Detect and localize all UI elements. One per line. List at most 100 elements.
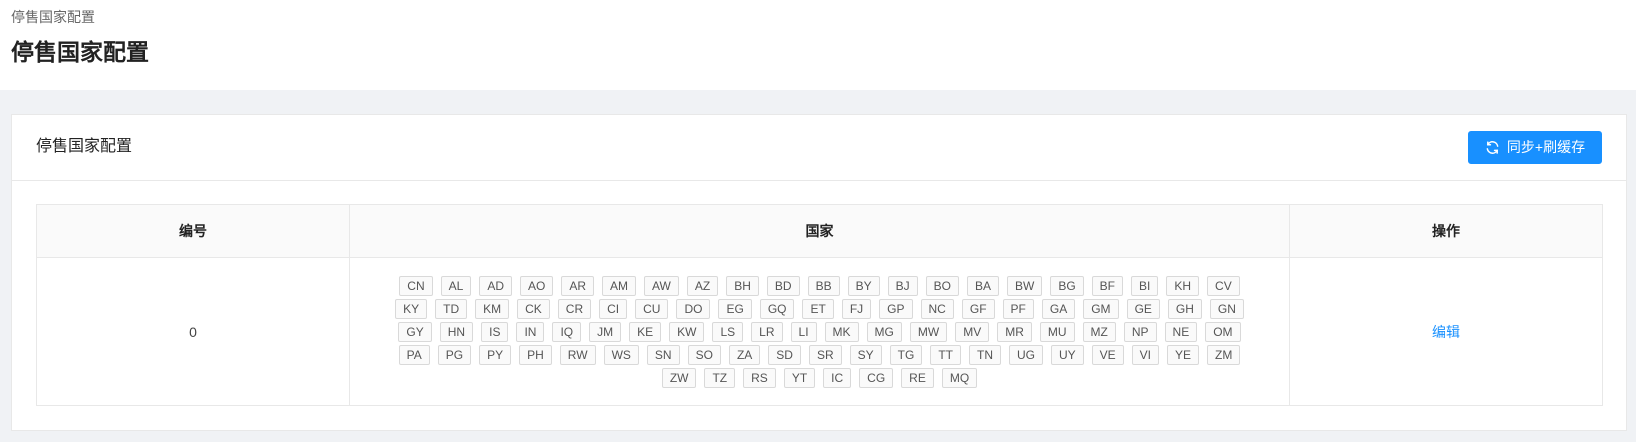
country-tag: BO	[925, 275, 959, 296]
country-tag: BF	[1091, 275, 1124, 296]
country-tag: AD	[479, 275, 512, 296]
country-tag: BW	[1006, 275, 1043, 296]
country-tag: AW	[644, 275, 679, 296]
country-tag: CU	[635, 298, 669, 319]
country-tag: BY	[847, 275, 880, 296]
country-tag: GY	[398, 321, 432, 342]
country-tag: BA	[966, 275, 999, 296]
config-card: 停售国家配置 同步+刷缓存 编号 国家 操作 0 CN AL AD AO AR …	[11, 114, 1627, 431]
country-tag: KE	[629, 321, 662, 342]
country-tag: TD	[435, 298, 468, 319]
country-tag: CN	[399, 275, 433, 296]
country-tag: NE	[1164, 321, 1198, 342]
country-tag: RW	[559, 344, 596, 365]
country-tag: IC	[823, 367, 852, 388]
country-tag: WS	[603, 344, 639, 365]
country-tag: AO	[519, 275, 554, 296]
country-tag: CV	[1207, 275, 1240, 296]
country-tag: RS	[743, 367, 776, 388]
country-tag: JM	[589, 321, 622, 342]
country-tag: TT	[930, 344, 961, 365]
page-header: 停售国家配置 停售国家配置	[0, 0, 1636, 90]
country-tag: VI	[1131, 344, 1160, 365]
country-tag: AR	[561, 275, 594, 296]
country-table: 编号 国家 操作 0 CN AL AD AO AR AM AW AZ BH BD BB BY BJ BO B…	[36, 204, 1603, 406]
country-tag-list: CN AL AD AO AR AM AW AZ BH BD BB BY BJ BO BA BW BG BF BI KH…	[350, 275, 1289, 388]
edit-link[interactable]: 编辑	[1432, 324, 1460, 340]
country-tag: BI	[1131, 275, 1159, 296]
country-tag: SY	[849, 344, 882, 365]
country-tag: PY	[479, 344, 512, 365]
country-tag: YE	[1167, 344, 1200, 365]
country-tag: OM	[1205, 321, 1241, 342]
country-tag: BH	[726, 275, 759, 296]
cell-countries: CN AL AD AO AR AM AW AZ BH BD BB BY BJ BO BA BW BG BF BI KH…	[349, 257, 1290, 406]
country-tag: UY	[1050, 344, 1084, 365]
country-tag: MW	[909, 321, 948, 342]
country-tag: CK	[517, 298, 550, 319]
country-tag: ZA	[728, 344, 761, 365]
country-tag: GF	[961, 298, 995, 319]
country-tag: IS	[481, 321, 509, 342]
country-tag: GM	[1083, 298, 1119, 319]
country-tag: MU	[1039, 321, 1075, 342]
country-tag: HN	[439, 321, 474, 342]
sync-icon	[1485, 140, 1500, 155]
country-tag: ZW	[661, 367, 697, 388]
country-tag: PA	[398, 344, 430, 365]
country-tag: NC	[920, 298, 954, 319]
page-title: 停售国家配置	[11, 39, 149, 65]
country-tag: GP	[879, 298, 913, 319]
breadcrumb: 停售国家配置	[11, 9, 95, 25]
country-tag: MK	[824, 321, 859, 342]
country-tag: BB	[807, 275, 840, 296]
country-tag: LR	[751, 321, 783, 342]
column-header-country: 国家	[349, 204, 1290, 258]
country-tag: AL	[440, 275, 472, 296]
country-tag: PH	[519, 344, 552, 365]
country-tag: KM	[475, 298, 510, 319]
country-tag: MR	[997, 321, 1032, 342]
country-tag: TN	[968, 344, 1001, 365]
country-tag: MQ	[941, 367, 978, 388]
cell-id: 0	[36, 257, 350, 406]
country-tag: BD	[766, 275, 800, 296]
cell-action: 编辑	[1289, 257, 1603, 406]
country-tag: BG	[1050, 275, 1084, 296]
country-tag: MZ	[1082, 321, 1116, 342]
sync-button-label: 同步+刷缓存	[1506, 139, 1586, 155]
country-tag: ET	[802, 298, 834, 319]
country-tag: LS	[712, 321, 744, 342]
country-tag: MG	[866, 321, 902, 342]
country-tag: CG	[859, 367, 894, 388]
country-tag: NP	[1123, 321, 1157, 342]
sync-refresh-cache-button[interactable]: 同步+刷缓存	[1468, 131, 1602, 164]
country-tag: FJ	[841, 298, 872, 319]
country-tag: GA	[1041, 298, 1076, 319]
country-tag: IQ	[552, 321, 582, 342]
country-tag: PF	[1002, 298, 1034, 319]
country-tag: PG	[437, 344, 472, 365]
country-tag: IN	[516, 321, 545, 342]
country-tag: SO	[687, 344, 721, 365]
country-tag: ZM	[1207, 344, 1241, 365]
country-tag: YT	[783, 367, 816, 388]
column-header-id: 编号	[36, 204, 350, 258]
country-tag: KH	[1166, 275, 1200, 296]
country-tag: GN	[1209, 298, 1244, 319]
country-tag: KW	[669, 321, 705, 342]
country-tag: DO	[676, 298, 711, 319]
country-tag: LI	[790, 321, 817, 342]
country-tag: CI	[599, 298, 628, 319]
country-tag: VE	[1091, 344, 1124, 365]
column-header-action: 操作	[1289, 204, 1603, 258]
country-tag: MV	[955, 321, 990, 342]
country-tag: BJ	[887, 275, 918, 296]
card-title: 停售国家配置	[36, 138, 133, 155]
table-header-row: 编号 国家 操作	[36, 204, 1603, 258]
country-tag: SN	[646, 344, 680, 365]
country-tag: RE	[901, 367, 934, 388]
country-tag: SD	[768, 344, 801, 365]
country-tag: EG	[718, 298, 752, 319]
country-tag: TG	[889, 344, 923, 365]
